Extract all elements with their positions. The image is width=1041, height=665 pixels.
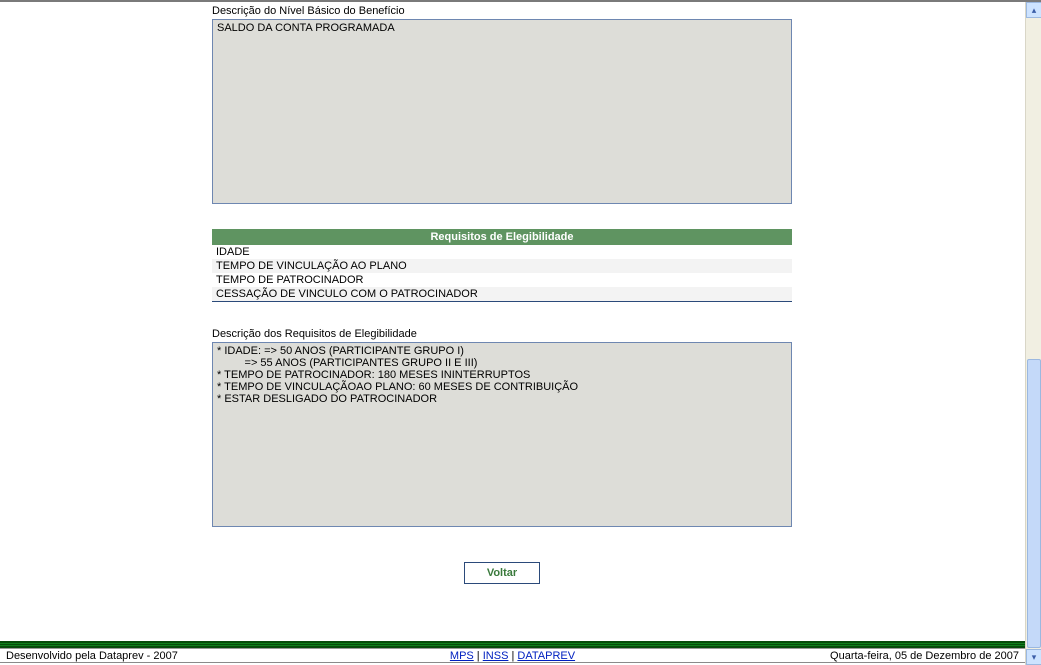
footer-link-inss[interactable]: INSS xyxy=(483,650,509,662)
basic-level-textarea[interactable] xyxy=(212,19,792,204)
footer-right-date: Quarta-feira, 05 de Dezembro de 2007 xyxy=(830,650,1019,662)
eligibility-cell: CESSAÇÃO DE VINCULO COM O PATROCINADOR xyxy=(212,287,792,302)
eligibility-cell: IDADE xyxy=(212,245,792,259)
eligibility-cell: TEMPO DE VINCULAÇÃO AO PLANO xyxy=(212,259,792,273)
decorative-stripe xyxy=(0,641,1025,648)
voltar-button[interactable]: Voltar xyxy=(464,562,540,584)
eligibility-desc-textarea[interactable] xyxy=(212,342,792,527)
button-row: Voltar xyxy=(212,562,792,584)
eligibility-table: Requisitos de Elegibilidade IDADE TEMPO … xyxy=(212,229,792,302)
form-content: Descrição do Nível Básico do Benefício R… xyxy=(212,5,802,584)
footer-sep: | xyxy=(474,650,483,662)
footer-link-dataprev[interactable]: DATAPREV xyxy=(517,650,575,662)
scrollbar-thumb[interactable] xyxy=(1027,359,1041,648)
table-row: TEMPO DE PATROCINADOR xyxy=(212,273,792,287)
chevron-down-icon: ▾ xyxy=(1032,652,1037,663)
eligibility-cell: TEMPO DE PATROCINADOR xyxy=(212,273,792,287)
footer-link-mps[interactable]: MPS xyxy=(450,650,474,662)
scroll-up-button[interactable]: ▴ xyxy=(1026,2,1041,18)
eligibility-desc-label: Descrição dos Requisitos de Elegibilidad… xyxy=(212,328,802,340)
main-content-area: Descrição do Nível Básico do Benefício R… xyxy=(0,2,1025,632)
eligibility-header: Requisitos de Elegibilidade xyxy=(212,229,792,245)
table-row: CESSAÇÃO DE VINCULO COM O PATROCINADOR xyxy=(212,287,792,302)
basic-level-label: Descrição do Nível Básico do Benefício xyxy=(212,5,802,17)
table-row: IDADE xyxy=(212,245,792,259)
window-scrollbar[interactable]: ▴ ▾ xyxy=(1025,2,1041,665)
chevron-up-icon: ▴ xyxy=(1032,5,1037,16)
footer-bar: Desenvolvido pela Dataprev - 2007 MPS | … xyxy=(0,648,1025,663)
footer-left-text: Desenvolvido pela Dataprev - 2007 xyxy=(6,650,178,662)
table-row: TEMPO DE VINCULAÇÃO AO PLANO xyxy=(212,259,792,273)
